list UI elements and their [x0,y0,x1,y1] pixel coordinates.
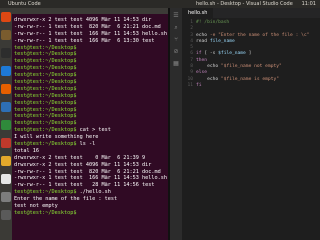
terminal-line: -rw-rw-r-- 1 test test 166 Mär 11 14:53 … [14,30,168,37]
impress-icon[interactable] [1,138,11,148]
terminal-window-title: Ubuntu Code [8,1,41,7]
search-icon[interactable]: ⌕ [172,24,180,32]
terminal-line: test@test:~/Desktop$ [14,92,77,99]
terminal-line: test@test:~/Desktop$ [14,58,77,65]
code-line: 11 fi [182,83,320,89]
terminal-line: total 16 [14,147,39,154]
terminal-line: test@test:~/Desktop$ ./hello.sh [14,189,111,196]
terminal-line: -rw-rw-r-- 1 test test 820 Mär 6 21:21 d… [14,168,161,175]
system-top-bar: Ubuntu Code hello.sh - Desktop - Visual … [0,0,320,8]
extensions-icon[interactable]: ▦ [172,60,180,68]
terminal-line: -rw-rw-r-- 1 test test 166 Mär 6 13:30 t… [14,37,155,44]
terminal-line: -rw-rw-r-- 1 test test 820 Mär 6 21:21 d… [14,23,161,30]
terminal-line: test@test:~/Desktop$ [14,65,77,72]
terminal-line: test not empty [14,203,58,210]
activity-bar: ☰ ⌕ ⑂ ⊘ ▦ [170,8,182,240]
terminal-line: test@test:~/Desktop$ [14,44,77,51]
terminal-line: test@test:~/Desktop$ ls -l [14,141,96,148]
terminal-line: I will write something here [14,134,99,141]
terminal-line: test@test:~/Desktop$ [14,209,77,216]
terminal-line: test@test:~/Desktop$ [14,113,77,120]
terminal-output[interactable]: drwxrwxr-x 2 test test 4096 Mär 11 14:53… [12,14,168,217]
terminal-window[interactable]: drwxrwxr-x 2 test test 4096 Mär 11 14:53… [12,8,168,240]
amazon-icon[interactable] [1,174,11,184]
calc-icon[interactable] [1,120,11,130]
terminal-line: test@test:~/Desktop$ cat > test [14,127,111,134]
terminal-line: test@test:~/Desktop$ [14,106,77,113]
terminal-line: test@test:~/Desktop$ [14,99,77,106]
code-area[interactable]: 1 #! /bin/bash 2 3 echo -e "Enter the name o… [182,20,320,89]
clock: 11:01 [301,1,316,7]
terminal-line: test@test:~/Desktop$ [14,79,77,86]
explorer-icon[interactable]: ☰ [172,12,180,20]
terminal-line: test@test:~/Desktop$ [14,85,77,92]
editor-tabs: hello.sh [182,8,320,18]
editor-window-title: hello.sh - Desktop - Visual Studio Code [196,1,293,7]
terminal-line: test@test:~/Desktop$ [14,72,77,79]
terminal-line: -rwxrwxr-x 1 test test 166 Mär 11 14:53 … [14,175,168,182]
launcher [0,8,12,240]
line-number: 11 [187,82,193,88]
writer-icon[interactable] [1,102,11,112]
terminal-line: -rw-rw-r-- 1 test test 28 Mär 11 14:56 t… [14,182,155,189]
terminal-line: Enter the name of the file : test [14,196,118,203]
settings-icon[interactable] [1,192,11,202]
terminal-line: drwxrwxr-x 2 test test 4096 Mär 11 14:53… [14,17,152,23]
tab-hello-sh[interactable]: hello.sh [182,8,214,18]
terminal-line: drwxrwxr-x 2 test test 4096 Mär 11 14:53… [14,161,152,168]
vscode-icon[interactable] [1,66,11,76]
ubuntu-dash-icon[interactable] [1,12,11,22]
trash-icon[interactable] [1,210,11,220]
source-control-icon[interactable]: ⑂ [172,36,180,44]
terminal-line: drwxrwxr-x 2 test test 0 Mär 6 21:39 9 [14,154,146,161]
firefox-icon[interactable] [1,84,11,94]
debug-icon[interactable]: ⊘ [172,48,180,56]
files-icon[interactable] [1,30,11,40]
terminal-line: test@test:~/Desktop$ [14,51,77,58]
terminal-icon[interactable] [1,48,11,58]
vscode-window[interactable]: ☰ ⌕ ⑂ ⊘ ▦ hello.sh 1 #! /bin/bash 2 3 echo -… [170,8,320,240]
software-center-icon[interactable] [1,156,11,166]
terminal-line: test@test:~/Desktop$ [14,120,77,127]
